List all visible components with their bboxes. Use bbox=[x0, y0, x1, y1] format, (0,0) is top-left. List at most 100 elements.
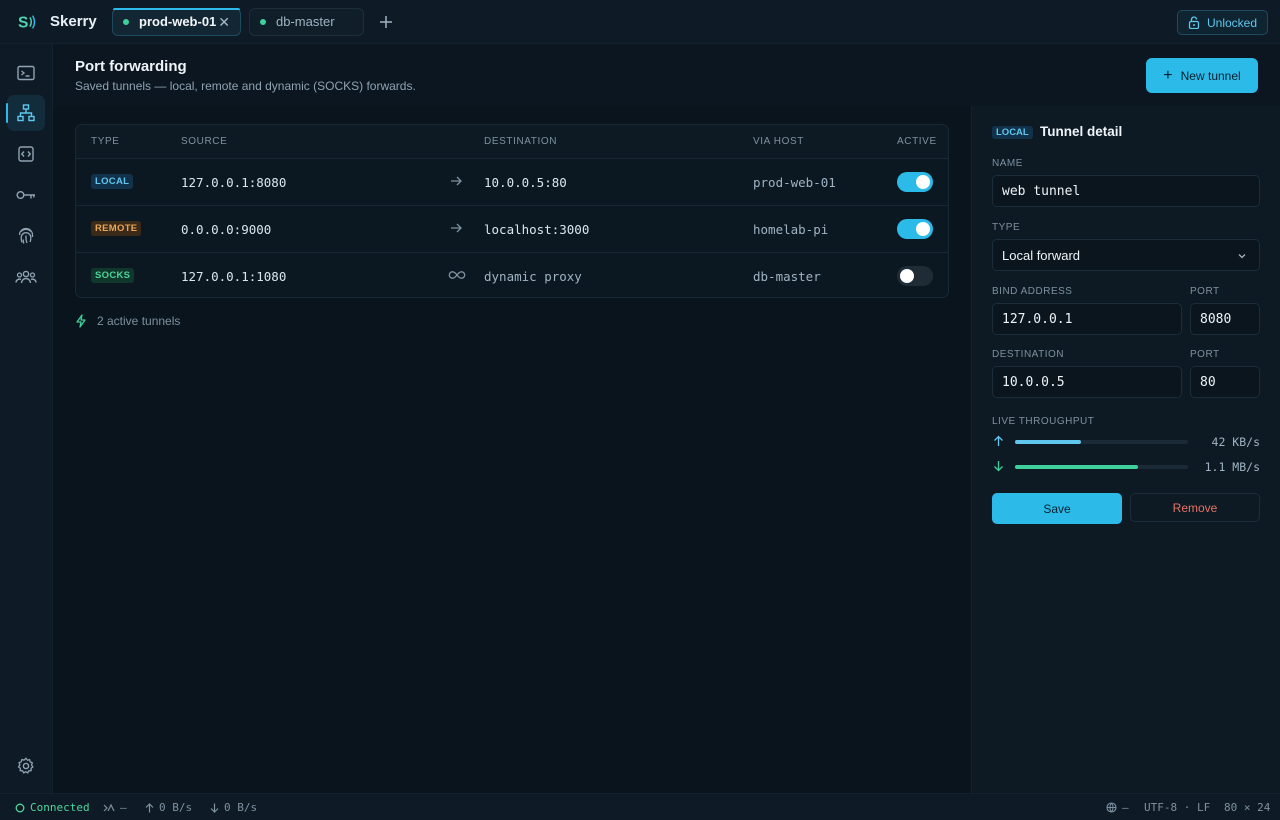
via-host: db-master bbox=[753, 269, 821, 284]
globe-status[interactable]: — bbox=[1106, 801, 1129, 814]
table-row[interactable]: REMOTE 0.0.0.0:9000 localhost:3000 homel… bbox=[76, 206, 948, 253]
sidebar bbox=[0, 44, 53, 793]
sidebar-item-settings[interactable] bbox=[7, 748, 45, 784]
tunnel-detail-panel bbox=[971, 106, 1280, 793]
connected-dot bbox=[260, 18, 266, 25]
name-label: NAME bbox=[992, 158, 1023, 169]
arrow-down-icon bbox=[210, 803, 219, 813]
vault-unlocked-button[interactable]: Unlocked bbox=[1177, 10, 1268, 35]
chevron-down-icon bbox=[1237, 249, 1247, 264]
save-button[interactable]: Save bbox=[992, 493, 1122, 524]
code-icon bbox=[18, 146, 34, 162]
sidebar-item-terminal[interactable] bbox=[7, 55, 45, 91]
source-address: 127.0.0.1:8080 bbox=[181, 175, 287, 190]
via-host: homelab-pi bbox=[753, 222, 829, 237]
sidebar-item-known-hosts[interactable] bbox=[7, 218, 45, 254]
status-bar: Connected — 0 B/s 0 B/s — UTF-8 · LF 80 … bbox=[0, 793, 1280, 820]
type-label: TYPE bbox=[992, 222, 1021, 233]
status-circle-icon bbox=[15, 803, 25, 812]
bind-address-label: BIND ADDRESS bbox=[992, 286, 1073, 297]
destination-label: DESTINATION bbox=[992, 349, 1064, 360]
sidebar-item-port-forwarding[interactable] bbox=[6, 95, 45, 131]
bind-port-value: 8080 bbox=[1200, 311, 1232, 327]
type-badge-local: LOCAL bbox=[91, 174, 134, 189]
column-header-source: SOURCE bbox=[181, 136, 228, 147]
destination-input[interactable]: 10.0.0.5 bbox=[992, 366, 1182, 398]
app-logo: S Skerry bbox=[18, 11, 112, 33]
app-name: Skerry bbox=[50, 13, 97, 30]
type-value: Local forward bbox=[1002, 247, 1081, 263]
type-select[interactable]: Local forward bbox=[992, 239, 1260, 271]
lightning-icon bbox=[76, 314, 86, 328]
globe-icon bbox=[1106, 802, 1117, 813]
bind-port-label: PORT bbox=[1190, 286, 1220, 297]
new-tunnel-label: New tunnel bbox=[1180, 68, 1241, 83]
detail-title: Tunnel detail bbox=[1040, 124, 1123, 139]
connection-status[interactable]: Connected bbox=[15, 801, 90, 814]
tab-label: prod-web-01 bbox=[139, 14, 217, 29]
transfer-icon bbox=[103, 803, 115, 811]
add-tab-button[interactable] bbox=[374, 10, 398, 34]
sidebar-item-snippets[interactable] bbox=[7, 136, 45, 172]
network-icon bbox=[17, 104, 35, 122]
skerry-logo-icon: S bbox=[18, 11, 40, 33]
sidebar-item-team[interactable] bbox=[7, 259, 45, 295]
key-icon bbox=[16, 191, 35, 199]
type-badge-socks: SOCKS bbox=[91, 268, 135, 283]
plus-icon bbox=[380, 15, 392, 28]
column-header-via-host: VIA HOST bbox=[753, 136, 804, 147]
page-subtitle: Saved tunnels — local, remote and dynami… bbox=[75, 79, 416, 93]
name-input[interactable]: web tunnel bbox=[992, 175, 1260, 207]
fingerprint-icon bbox=[18, 227, 34, 244]
table-header: TYPE SOURCE DESTINATION VIA HOST ACTIVE bbox=[76, 125, 948, 159]
bind-address-input[interactable]: 127.0.0.1 bbox=[992, 303, 1182, 335]
column-header-type: TYPE bbox=[91, 136, 120, 147]
tab-prod-web-01[interactable]: prod-web-01 ✕ bbox=[112, 7, 241, 36]
plus-icon: + bbox=[1163, 66, 1173, 84]
throughput-label: LIVE THROUGHPUT bbox=[992, 416, 1095, 427]
top-bar: S Skerry prod-web-01 ✕ db-master Unlocke… bbox=[0, 0, 1280, 44]
destination-value: 10.0.0.5 bbox=[1002, 374, 1065, 390]
column-header-destination: DESTINATION bbox=[484, 136, 558, 147]
active-toggle[interactable] bbox=[897, 266, 933, 286]
destination-address: localhost:3000 bbox=[484, 222, 590, 237]
detail-type-badge: LOCAL bbox=[992, 126, 1033, 139]
arrow-up-icon bbox=[993, 435, 1004, 450]
tab-db-master[interactable]: db-master bbox=[249, 7, 364, 36]
download-throughput-bar bbox=[1015, 465, 1188, 469]
download-rate-status: 0 B/s bbox=[224, 801, 258, 814]
terminal-size-status: 80 × 24 bbox=[1224, 801, 1271, 814]
type-badge-remote: REMOTE bbox=[91, 221, 142, 236]
arrow-up-icon bbox=[145, 802, 154, 812]
encoding-status[interactable]: UTF-8 · LF bbox=[1144, 801, 1210, 814]
destination-port-label: PORT bbox=[1190, 349, 1220, 360]
via-host: prod-web-01 bbox=[753, 175, 836, 190]
upload-throughput-bar bbox=[1015, 440, 1188, 444]
active-toggle[interactable] bbox=[897, 172, 933, 192]
unlock-label: Unlocked bbox=[1207, 15, 1258, 30]
sidebar-item-keys[interactable] bbox=[7, 177, 45, 213]
arrow-right-icon bbox=[449, 221, 463, 238]
destination-address: 10.0.0.5:80 bbox=[484, 175, 567, 190]
remove-button[interactable]: Remove bbox=[1130, 493, 1260, 522]
arrow-right-icon bbox=[449, 174, 463, 191]
gear-icon bbox=[17, 757, 34, 774]
table-row[interactable]: SOCKS 127.0.0.1:1080 dynamic proxy db-ma… bbox=[76, 253, 948, 297]
globe-value: — bbox=[1122, 801, 1129, 814]
table-row[interactable]: LOCAL 127.0.0.1:8080 10.0.0.5:80 prod-we… bbox=[76, 159, 948, 206]
connected-dot bbox=[123, 18, 129, 25]
bind-port-input[interactable]: 8080 bbox=[1190, 303, 1260, 335]
lock-open-icon bbox=[1188, 16, 1200, 29]
upload-status: 0 B/s bbox=[145, 801, 192, 814]
destination-port-input[interactable]: 80 bbox=[1190, 366, 1260, 398]
download-status: 0 B/s bbox=[210, 801, 257, 814]
bind-address-value: 127.0.0.1 bbox=[1002, 311, 1073, 327]
tab-label: db-master bbox=[276, 14, 335, 29]
new-tunnel-button[interactable]: + New tunnel bbox=[1146, 58, 1258, 93]
users-icon bbox=[15, 270, 37, 284]
active-toggle[interactable] bbox=[897, 219, 933, 239]
close-icon[interactable]: ✕ bbox=[218, 15, 230, 29]
transfer-status: — bbox=[103, 801, 127, 814]
active-count-label: 2 active tunnels bbox=[97, 314, 181, 328]
page-title: Port forwarding bbox=[75, 58, 187, 75]
